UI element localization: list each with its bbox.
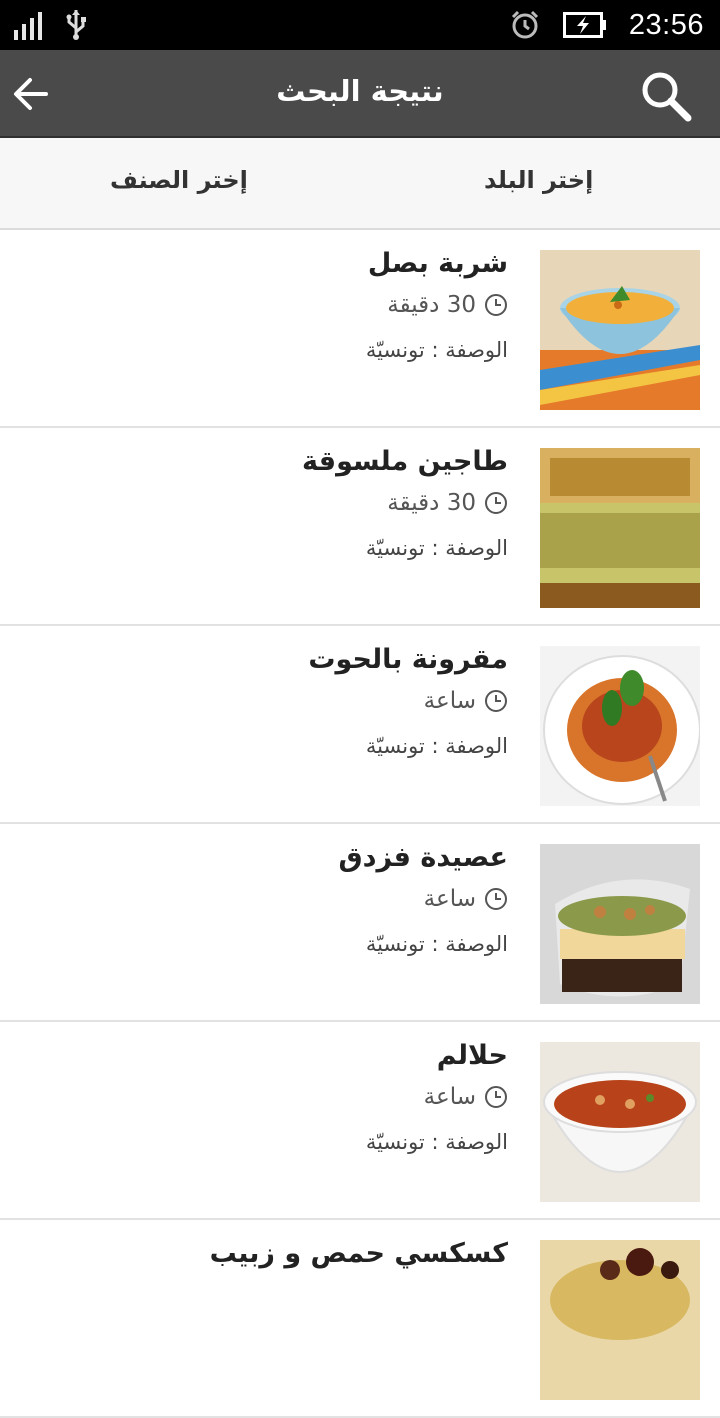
recipe-time: 30 دقيقة [387,490,508,516]
recipe-thumbnail [540,1042,700,1202]
clock-icon [485,1086,507,1108]
clock-icon [485,690,507,712]
app-bar: نتيجة البحث [0,50,720,138]
clock-icon [485,294,507,316]
country-filter-button[interactable]: إختر البلد [484,166,593,194]
recipe-name: طاجين ملسوقة [302,446,508,477]
recipe-name: مقرونة بالحوت [308,644,508,675]
recipe-thumbnail [540,646,700,806]
status-bar: 23:56 [0,0,720,50]
recipe-name: كسكسي حمص و زبيب [209,1238,508,1269]
recipe-row[interactable]: طاجين ملسوقة 30 دقيقة الوصفة : تونسيّة [0,428,720,626]
recipe-name: عصيدة فزدق [338,842,508,873]
recipe-row[interactable]: مقرونة بالحوت ساعة الوصفة : تونسيّة [0,626,720,824]
recipe-origin: الوصفة : تونسيّة [365,932,508,956]
clock-icon [485,888,507,910]
recipe-thumbnail [540,844,700,1004]
status-time: 23:56 [628,8,704,41]
recipe-time-value: 30 دقيقة [387,292,476,318]
recipe-row[interactable]: عصيدة فزدق ساعة الوصفة : تونسيّة [0,824,720,1022]
recipe-origin: الوصفة : تونسيّة [365,1130,508,1154]
recipe-origin: الوصفة : تونسيّة [365,536,508,560]
recipe-time: ساعة [424,1084,508,1110]
signal-icon [14,12,42,40]
clock-icon [485,492,507,514]
page-title: نتيجة البحث [276,74,444,108]
recipe-row[interactable]: شربة بصل 30 دقيقة الوصفة : تونسيّة [0,230,720,428]
recipe-list: شربة بصل 30 دقيقة الوصفة : تونسيّة طاجين… [0,230,720,1418]
recipe-row[interactable]: كسكسي حمص و زبيب [0,1220,720,1418]
recipe-origin: الوصفة : تونسيّة [365,338,508,362]
usb-icon [66,10,86,40]
filter-bar: إختر البلد إختر الصنف [0,138,720,230]
recipe-time-value: 30 دقيقة [387,490,476,516]
alarm-icon [511,10,538,39]
recipe-thumbnail [540,1240,700,1400]
recipe-time: 30 دقيقة [387,292,508,318]
recipe-time-value: ساعة [423,1084,476,1110]
recipe-name: حلالم [436,1040,508,1071]
recipe-time: ساعة [424,886,508,912]
recipe-origin: الوصفة : تونسيّة [365,734,508,758]
battery-charging-icon [562,12,606,38]
recipe-time-value: ساعة [423,886,476,912]
recipe-name: شربة بصل [367,248,508,279]
recipe-thumbnail [540,250,700,410]
category-filter-button[interactable]: إختر الصنف [110,166,248,194]
recipe-time: ساعة [424,688,508,714]
recipe-row[interactable]: حلالم ساعة الوصفة : تونسيّة [0,1022,720,1220]
search-icon[interactable] [638,68,694,124]
recipe-time-value: ساعة [423,688,476,714]
recipe-thumbnail [540,448,700,608]
